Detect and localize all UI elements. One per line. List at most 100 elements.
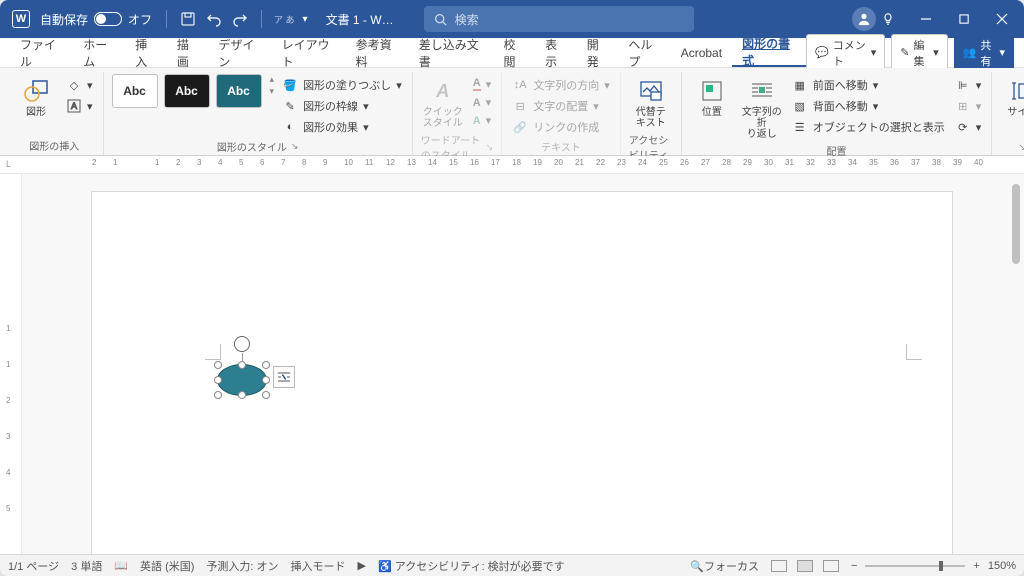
help-lightbulb-button[interactable] [880,11,896,27]
resize-handle[interactable] [214,391,222,399]
svg-text:A: A [71,101,77,111]
zoom-in-button[interactable]: + [973,560,979,572]
ellipse-shape[interactable] [217,364,267,396]
editing-mode-button[interactable]: ✎ 編集 ▾ [891,34,947,72]
rotate-button[interactable]: ⟳▾ [953,118,984,136]
tab-draw[interactable]: 描画 [167,38,209,67]
effects-icon: ◐ [282,119,298,135]
group-button: ⊞▾ [953,97,984,115]
word-app-icon: W [12,10,30,28]
language-status[interactable]: 英語 (米国) [140,558,194,574]
resize-handle[interactable] [262,376,270,384]
focus-mode-button[interactable]: 🔍フォーカス [690,558,759,574]
layout-options-button[interactable] [273,366,295,388]
resize-handle[interactable] [238,391,246,399]
text-box-button[interactable]: A▾ [64,97,95,115]
position-icon [699,78,725,104]
search-input[interactable]: 検索 [424,6,694,32]
selection-icon: ☰ [792,119,808,135]
shape-outline-button[interactable]: ✎図形の枠線 ▾ [280,97,404,115]
zoom-slider[interactable] [865,565,965,567]
group-label: 図形の挿入 [29,135,79,155]
toggle-off-icon [94,12,122,26]
autosave-label: 自動保存 [40,11,88,28]
page-count[interactable]: 1/1 ページ [8,558,59,574]
web-layout-button[interactable] [823,560,839,572]
horizontal-ruler[interactable]: L 21123456789101112131415161718192021222… [0,156,1024,174]
group-wordart-styles: A クイック スタイル A ▾ A ▾ A ▾ ワードアートのスタイル↘ [413,72,502,155]
quick-styles-button: A クイック スタイル [421,74,465,129]
dialog-launcher-icon[interactable]: ↘ [291,141,299,152]
zoom-level[interactable]: 150% [988,560,1016,572]
bring-forward-button[interactable]: ▦前面へ移動 ▾ [790,76,947,94]
predictive-input-status[interactable]: 予測入力: オン [206,558,278,574]
selected-shape[interactable] [217,364,267,396]
shape-fill-button[interactable]: 🪣図形の塗りつぶし ▾ [280,76,404,94]
resize-handle[interactable] [262,361,270,369]
alt-text-button[interactable]: 代替テ キスト [629,74,673,129]
tab-design[interactable]: デザイン [208,38,271,67]
style-preset-1[interactable]: Abc [112,74,158,108]
dialog-launcher-icon[interactable]: ↘ [1018,142,1024,153]
save-button[interactable] [179,10,197,28]
align-button[interactable]: ⊫▾ [953,76,984,94]
insert-mode-status[interactable]: 挿入モード [291,558,346,574]
position-button[interactable]: 位置 [690,74,734,118]
vertical-scrollbar[interactable] [1008,174,1022,554]
autosave-toggle[interactable]: 自動保存 オフ [40,11,152,28]
style-preset-3[interactable]: Abc [216,74,262,108]
resize-handle[interactable] [238,361,246,369]
edit-shape-button[interactable]: ◇▾ [64,76,95,94]
comments-button[interactable]: 💬 コメント ▾ [806,34,885,72]
search-icon [434,13,447,26]
rotate-icon: ⟳ [955,119,971,135]
close-button[interactable] [994,11,1010,27]
titlebar: W 自動保存 オフ ア あ ▾ 文書 1 ‐ W… 検索 [0,0,1024,38]
read-mode-button[interactable] [771,560,787,572]
minimize-button[interactable] [918,11,934,27]
link-icon: 🔗 [512,119,528,135]
resize-handle[interactable] [262,391,270,399]
maximize-button[interactable] [956,11,972,27]
macro-icon[interactable]: ▶ [358,559,366,572]
tab-help[interactable]: ヘルプ [618,38,670,67]
resize-handle[interactable] [214,361,222,369]
undo-button[interactable] [205,10,223,28]
resize-handle[interactable] [214,376,222,384]
ribbon: 図形 ◇▾ A▾ 図形の挿入 Abc Abc Abc ▴▾ 🪣図形の塗りつぶし … [0,68,1024,156]
vertical-ruler[interactable]: 112345 [0,174,22,554]
align-icon: ⊫ [955,77,971,93]
style-preset-2[interactable]: Abc [164,74,210,108]
account-button[interactable] [852,7,876,31]
tab-developer[interactable]: 開発 [577,38,619,67]
tab-review[interactable]: 校閲 [494,38,536,67]
app-window: W 自動保存 オフ ア あ ▾ 文書 1 ‐ W… 検索 [0,0,1024,576]
zoom-out-button[interactable]: − [851,560,857,572]
tab-insert[interactable]: 挿入 [125,38,167,67]
page[interactable] [92,192,952,554]
shape-effects-button[interactable]: ◐図形の効果 ▾ [280,118,404,136]
align-text-icon: ⊟ [512,98,528,114]
tab-references[interactable]: 参考資料 [346,38,409,67]
status-bar: 1/1 ページ 3 単語 📖 英語 (米国) 予測入力: オン 挿入モード ▶ … [0,554,1024,576]
tab-shape-format[interactable]: 図形の書式 [732,38,806,67]
wrap-text-button[interactable]: 文字列の折 り返し [740,74,784,140]
spell-check-icon[interactable]: 📖 [114,559,128,572]
tab-layout[interactable]: レイアウト [272,38,346,67]
tab-home[interactable]: ホーム [73,38,125,67]
word-count[interactable]: 3 単語 [71,558,102,574]
accessibility-status[interactable]: ♿ アクセシビリティ: 検討が必要です [378,558,565,574]
rotation-handle[interactable] [234,336,250,352]
tab-acrobat[interactable]: Acrobat [671,38,732,67]
fill-icon: 🪣 [282,77,298,93]
send-backward-button[interactable]: ▧背面へ移動 ▾ [790,97,947,115]
redo-button[interactable] [231,10,249,28]
tab-file[interactable]: ファイル [10,38,73,67]
share-button[interactable]: 👥 共有 ▾ [954,34,1014,72]
size-button[interactable]: サイズ [1000,74,1024,118]
print-layout-button[interactable] [797,560,813,572]
selection-pane-button[interactable]: ☰オブジェクトの選択と表示 [790,118,947,136]
shapes-gallery-button[interactable]: 図形 [14,74,58,118]
tab-view[interactable]: 表示 [535,38,577,67]
tab-mailings[interactable]: 差し込み文書 [409,38,494,67]
